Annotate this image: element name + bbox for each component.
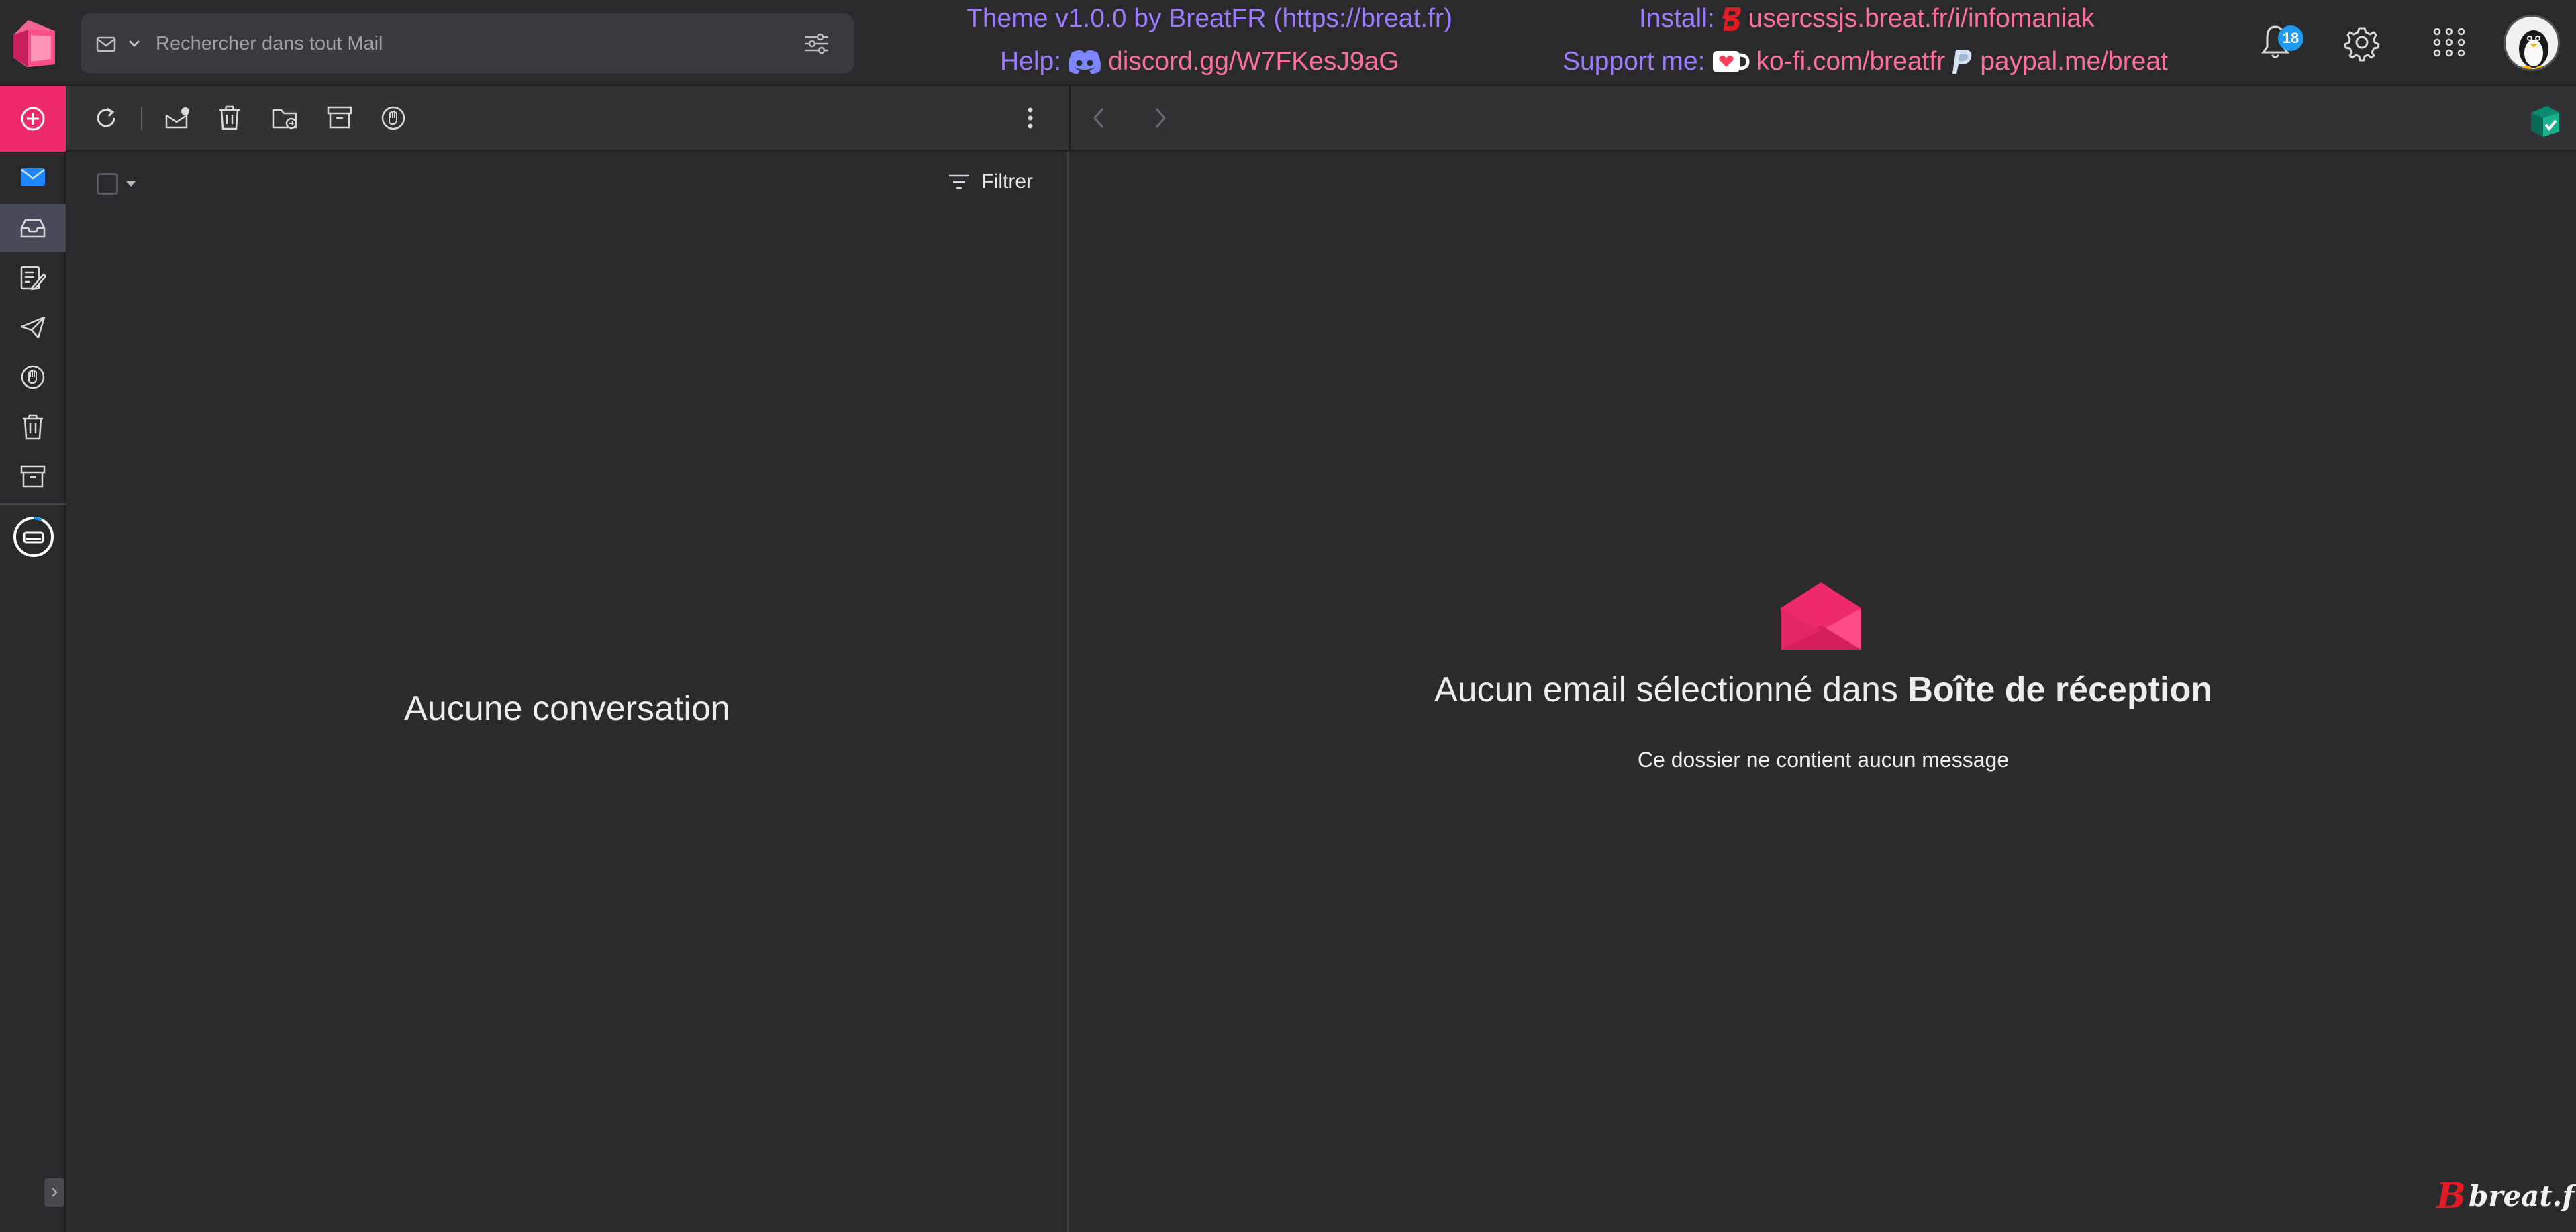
empty-conversation-text: Aucune conversation — [404, 689, 730, 728]
select-all-checkbox[interactable] — [97, 173, 118, 195]
user-avatar[interactable] — [2504, 15, 2560, 71]
rail-divider — [0, 503, 66, 505]
kofi-link[interactable]: ko-fi.com/breatfr — [1756, 47, 1945, 76]
more-vertical-icon — [1026, 105, 1035, 132]
help-label: Help: — [1000, 47, 1062, 76]
refresh-icon — [93, 105, 119, 132]
move-folder-button[interactable] — [271, 105, 299, 132]
breat-watermark-text: breat.fr — [2468, 1180, 2576, 1213]
empty-folder-subtitle: Ce dossier ne contient aucun message — [1637, 748, 2010, 772]
search-bar[interactable]: Rechercher dans tout Mail — [81, 13, 854, 74]
archive-icon — [19, 464, 46, 489]
paypal-link[interactable]: paypal.me/breat — [1980, 47, 2168, 76]
toolbar-divider — [141, 107, 142, 130]
collapse-sidebar-button[interactable] — [44, 1178, 64, 1207]
discord-link[interactable]: discord.gg/W7FKesJ9aG — [1108, 47, 1399, 76]
filter-label: Filtrer — [981, 170, 1033, 193]
mark-read-button[interactable] — [164, 105, 192, 132]
delete-button[interactable] — [217, 105, 242, 132]
install-link[interactable]: usercssjs.breat.fr/i/infomaniak — [1748, 4, 2095, 34]
mail-icon — [19, 167, 46, 187]
filter-icon — [948, 173, 971, 191]
conversation-list: Filtrer Aucune conversation — [66, 152, 1069, 1232]
new-message-button[interactable] — [0, 86, 66, 152]
kchat-extension-icon[interactable] — [2524, 101, 2563, 140]
list-toolbar — [66, 86, 1069, 152]
archive-button[interactable] — [326, 105, 353, 130]
search-scope-mail-icon[interactable] — [95, 34, 118, 54]
top-header: Rechercher dans tout Mail Theme v1.0.0 b… — [0, 0, 2576, 86]
spam-button[interactable] — [380, 105, 407, 132]
install-label: Install: — [1639, 4, 1715, 33]
breat-watermark-initial: B — [2436, 1176, 2466, 1217]
breat-logo-icon — [1720, 5, 1743, 32]
support-label: Support me: — [1563, 47, 1705, 76]
plus-icon — [19, 105, 46, 132]
settings-gear-icon[interactable] — [2342, 20, 2381, 64]
archive-icon — [326, 105, 353, 130]
delete-icon — [217, 105, 242, 132]
paypal-icon — [1950, 48, 1975, 75]
storage-usage-icon[interactable] — [12, 515, 55, 558]
refresh-button[interactable] — [93, 105, 119, 132]
chevron-right-icon — [1152, 105, 1169, 132]
kofi-cup-icon — [1710, 48, 1750, 75]
folder-rail — [0, 86, 66, 1232]
notification-badge[interactable]: 18 — [2278, 25, 2303, 51]
sidebar-item-archive[interactable] — [0, 452, 66, 501]
breat-watermark: B breat.fr — [2436, 1176, 2576, 1217]
drafts-icon — [19, 265, 46, 291]
move-folder-icon — [271, 105, 299, 132]
reading-pane: Aucun email sélectionné dans Boîte de ré… — [1071, 152, 2576, 1232]
theme-credit-text[interactable]: Theme v1.0.0 by BreatFR (https://breat.f… — [967, 4, 1452, 34]
chevron-down-icon[interactable] — [128, 39, 141, 48]
sidebar-item-inbox[interactable] — [0, 204, 66, 252]
sidebar-item-sent[interactable] — [0, 303, 66, 352]
open-envelope-icon — [1778, 581, 1864, 651]
support-credit: Support me: ko-fi.com/breatfr paypal.me/… — [1563, 47, 2168, 76]
filter-button[interactable]: Filtrer — [948, 170, 1033, 193]
current-folder-name: Boîte de réception — [1908, 670, 2212, 709]
inbox-icon — [19, 217, 46, 239]
no-email-selected-prefix: Aucun email sélectionné dans — [1434, 670, 1898, 709]
sidebar-item-drafts[interactable] — [0, 254, 66, 302]
sent-icon — [19, 315, 46, 340]
rail-mail-app[interactable] — [0, 153, 66, 201]
more-actions-button[interactable] — [1026, 105, 1035, 132]
chevron-right-icon — [50, 1187, 58, 1198]
trash-icon — [21, 413, 45, 440]
spam-icon — [19, 364, 46, 391]
mark-read-icon — [164, 105, 192, 132]
discord-icon — [1067, 48, 1103, 75]
select-options-caret-icon[interactable] — [125, 180, 137, 188]
search-filters-icon[interactable] — [804, 32, 830, 55]
apps-grid-icon[interactable] — [2428, 20, 2470, 64]
sidebar-item-spam[interactable] — [0, 353, 66, 401]
next-message-button[interactable] — [1152, 105, 1169, 132]
help-credit: Help: discord.gg/W7FKesJ9aG — [1000, 47, 1399, 76]
no-email-selected-title: Aucun email sélectionné dans Boîte de ré… — [1071, 670, 2576, 710]
spam-icon — [380, 105, 407, 132]
previous-message-button[interactable] — [1091, 105, 1107, 132]
chevron-left-icon — [1091, 105, 1107, 132]
reader-toolbar — [1069, 86, 2576, 152]
sidebar-item-trash[interactable] — [0, 403, 66, 451]
install-credit: Install: usercssjs.breat.fr/i/infomaniak — [1639, 4, 2095, 34]
theme-credit[interactable]: Theme v1.0.0 by BreatFR (https://breat.f… — [967, 4, 1452, 34]
infomaniak-mail-logo[interactable] — [8, 15, 59, 71]
search-input[interactable]: Rechercher dans tout Mail — [156, 33, 804, 55]
